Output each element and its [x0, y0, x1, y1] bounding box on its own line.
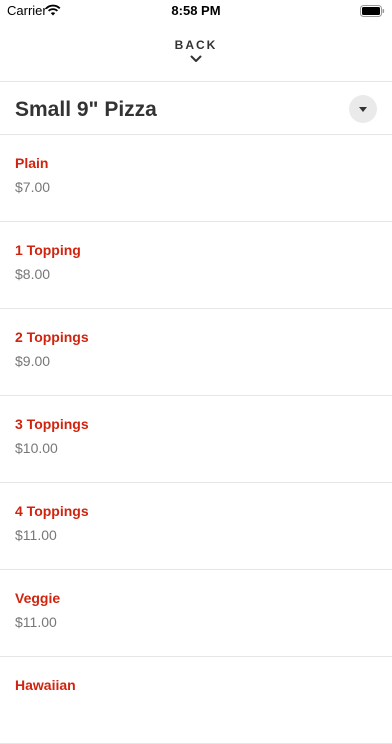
item-name: 2 Toppings	[15, 329, 89, 345]
menu-item[interactable]: 1 Topping $8.00	[0, 222, 392, 309]
category-dropdown-button[interactable]	[349, 95, 377, 123]
menu-item[interactable]: 4 Toppings $11.00	[0, 483, 392, 570]
menu-item[interactable]: Hawaiian	[0, 657, 392, 744]
item-name: Veggie	[15, 590, 61, 606]
item-name: Hawaiian	[15, 677, 76, 693]
item-price: $9.00	[15, 353, 51, 369]
menu-item[interactable]: 3 Toppings $10.00	[0, 396, 392, 483]
item-name: Plain	[15, 155, 49, 171]
item-price: $11.00	[15, 527, 57, 543]
caret-down-icon	[359, 106, 367, 112]
menu-item[interactable]: Plain $7.00	[0, 135, 392, 222]
item-price: $10.00	[15, 440, 58, 456]
clock: 8:58 PM	[171, 3, 221, 18]
back-button[interactable]: BACK	[0, 30, 392, 74]
item-name: 4 Toppings	[15, 503, 89, 519]
menu-item[interactable]: Veggie $11.00	[0, 570, 392, 657]
item-price: $8.00	[15, 266, 51, 282]
chevron-down-icon	[190, 55, 202, 62]
category-title: Small 9" Pizza	[15, 98, 157, 121]
battery-icon	[360, 4, 385, 22]
menu-item-list: Plain $7.00 1 Topping $8.00 2 Toppings $…	[0, 135, 392, 744]
item-price: $7.00	[15, 179, 51, 195]
category-header: Small 9" Pizza	[0, 82, 392, 135]
status-bar: Carrier 8:58 PM	[0, 0, 392, 22]
item-name: 3 Toppings	[15, 416, 89, 432]
menu-item[interactable]: 2 Toppings $9.00	[0, 309, 392, 396]
item-name: 1 Topping	[15, 242, 81, 258]
item-price: $11.00	[15, 614, 57, 630]
back-label: BACK	[174, 38, 218, 52]
